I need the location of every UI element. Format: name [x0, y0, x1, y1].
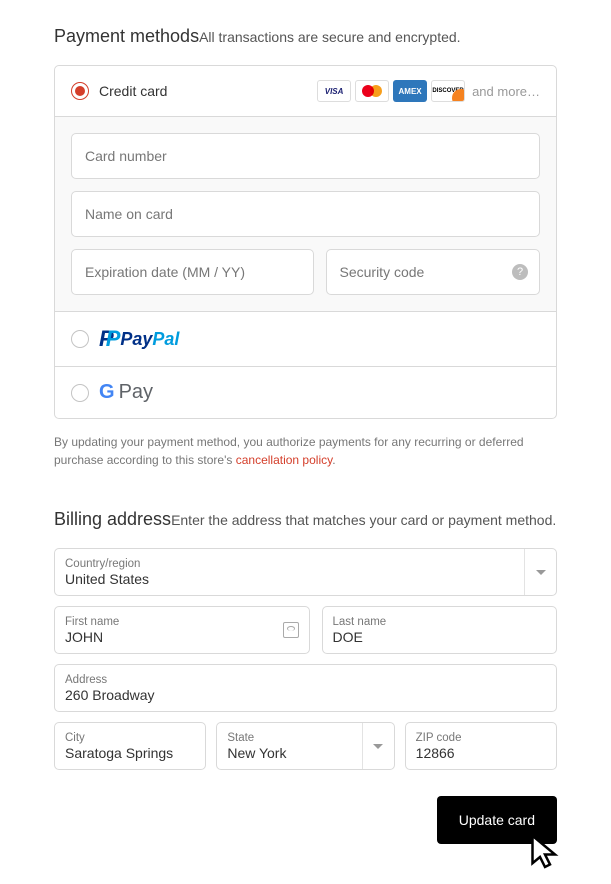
radio-paypal[interactable]: [71, 330, 89, 348]
option-paypal[interactable]: PP PayPal: [55, 312, 556, 367]
security-code-input[interactable]: [326, 249, 541, 295]
help-icon[interactable]: ?: [512, 264, 528, 280]
amex-icon: AMEX: [393, 80, 427, 102]
billing-heading: Billing addressEnter the address that ma…: [54, 509, 557, 530]
credit-card-label: Credit card: [99, 83, 167, 99]
discover-icon: DISCOVER: [431, 80, 465, 102]
paypal-icon: PP PayPal: [99, 326, 179, 352]
country-value: United States: [65, 570, 520, 587]
mastercard-icon: [355, 80, 389, 102]
city-input[interactable]: [65, 744, 195, 761]
last-name-input[interactable]: [333, 628, 547, 645]
payment-methods-subtitle: All transactions are secure and encrypte…: [199, 29, 460, 45]
radio-google-pay[interactable]: [71, 384, 89, 402]
chevron-down-icon: [524, 549, 556, 595]
first-name-input[interactable]: [65, 628, 279, 645]
last-name-field[interactable]: Last name: [322, 606, 558, 654]
payment-methods-title: Payment methods: [54, 26, 199, 46]
first-name-field[interactable]: First name: [54, 606, 310, 654]
option-credit-card[interactable]: Credit card VISA AMEX DISCOVER and more…: [55, 66, 556, 117]
chevron-down-icon: [362, 723, 394, 769]
cursor-icon: [525, 832, 565, 872]
and-more-text: and more…: [472, 84, 540, 99]
billing-subtitle: Enter the address that matches your card…: [171, 512, 556, 528]
google-pay-icon: G Pay: [99, 381, 153, 404]
card-brand-icons: VISA AMEX DISCOVER and more…: [317, 80, 540, 102]
state-value: New York: [227, 744, 357, 761]
address-field[interactable]: Address: [54, 664, 557, 712]
credit-card-fields: ?: [55, 117, 556, 312]
payment-options-group: Credit card VISA AMEX DISCOVER and more……: [54, 65, 557, 419]
country-label: Country/region: [65, 558, 520, 570]
name-on-card-input[interactable]: [71, 191, 540, 237]
visa-icon: VISA: [317, 80, 351, 102]
city-field[interactable]: City: [54, 722, 206, 770]
zip-input[interactable]: [416, 744, 546, 761]
payment-disclaimer: By updating your payment method, you aut…: [54, 433, 557, 469]
payment-methods-heading: Payment methodsAll transactions are secu…: [54, 26, 557, 47]
billing-title: Billing address: [54, 509, 171, 529]
zip-field[interactable]: ZIP code: [405, 722, 557, 770]
contact-card-icon: [283, 622, 299, 638]
address-input[interactable]: [65, 686, 546, 703]
radio-credit-card[interactable]: [71, 82, 89, 100]
country-select[interactable]: Country/region United States: [54, 548, 557, 596]
card-number-input[interactable]: [71, 133, 540, 179]
state-select[interactable]: State New York: [216, 722, 394, 770]
cancellation-policy-link[interactable]: cancellation policy: [236, 453, 333, 467]
expiration-input[interactable]: [71, 249, 314, 295]
option-google-pay[interactable]: G Pay: [55, 367, 556, 418]
